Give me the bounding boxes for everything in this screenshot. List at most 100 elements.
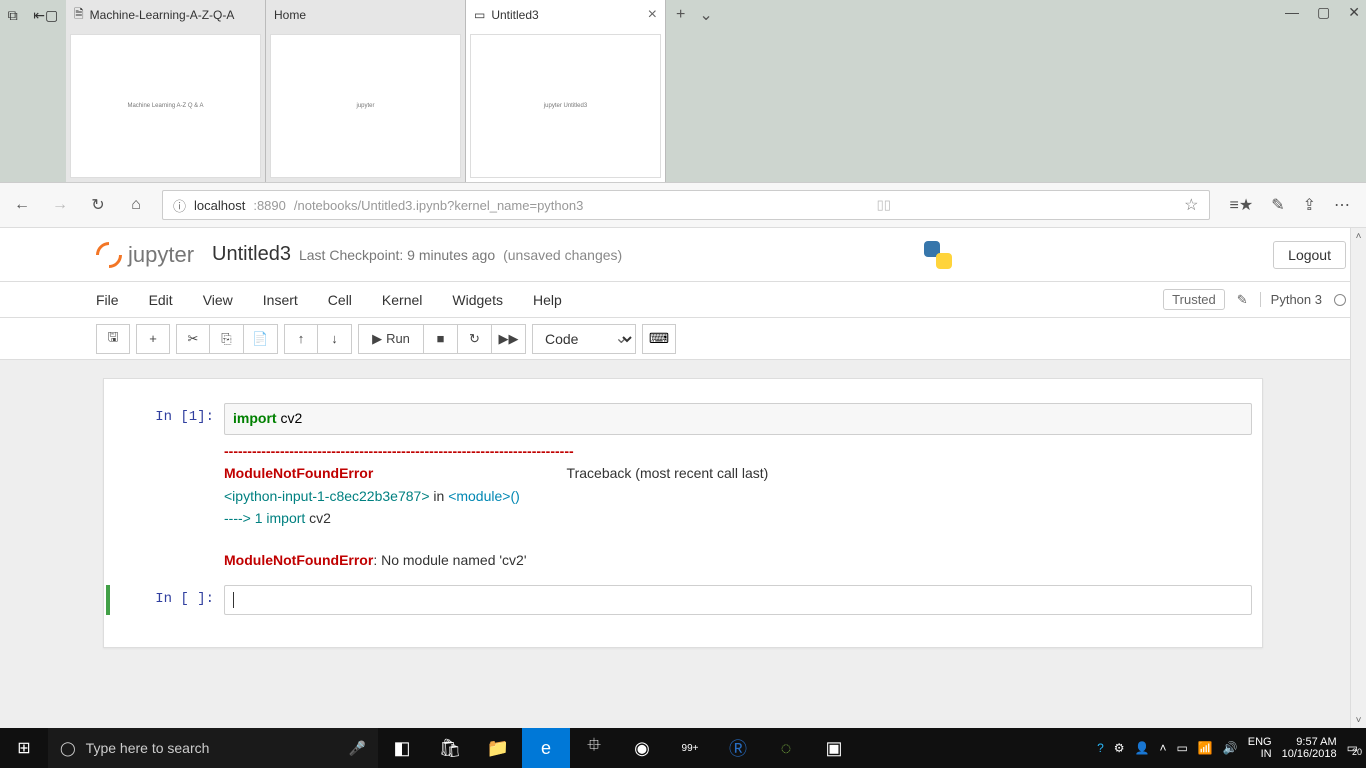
menu-file[interactable]: File — [96, 292, 119, 308]
window-minimize-icon[interactable]: — — [1285, 4, 1299, 21]
edit-icon[interactable]: ✎ — [1237, 292, 1248, 308]
jupyter-menubar: File Edit View Insert Cell Kernel Widget… — [0, 282, 1366, 318]
kernel-indicator-icon — [1334, 294, 1346, 306]
window-close-icon[interactable]: ✕ — [1348, 4, 1360, 21]
notifications-icon[interactable]: ▭20 — [1347, 741, 1358, 755]
tab-title: Untitled3 — [491, 8, 538, 22]
menu-cell[interactable]: Cell — [328, 292, 352, 308]
new-tab-icon[interactable]: + — [676, 6, 685, 24]
menu-view[interactable]: View — [203, 292, 233, 308]
menu-kernel[interactable]: Kernel — [382, 292, 422, 308]
restart-button[interactable]: ↻ — [458, 324, 492, 354]
code-input[interactable] — [224, 585, 1252, 616]
chevron-up-icon[interactable]: ˄ — [1159, 741, 1166, 755]
refresh-icon[interactable]: ↻ — [86, 195, 110, 215]
chrome-icon[interactable]: ◉ — [618, 728, 666, 768]
chevron-down-icon[interactable]: ⌄ — [699, 5, 712, 25]
jupyter-header: jupyter Untitled3 Last Checkpoint: 9 min… — [0, 228, 1366, 282]
notebook-title[interactable]: Untitled3 — [212, 243, 291, 266]
edge-icon[interactable]: e — [522, 728, 570, 768]
browser-tab-1[interactable]: 🗎Machine-Learning-A-Z-Q-A Machine Learni… — [66, 0, 266, 182]
menu-insert[interactable]: Insert — [263, 292, 298, 308]
restart-run-all-button[interactable]: ▶▶ — [492, 324, 526, 354]
jupyter-logo[interactable]: jupyter — [96, 242, 194, 268]
copy-button[interactable]: ⎘ — [210, 324, 244, 354]
jupyter-brand: jupyter — [128, 242, 194, 268]
code-cell-1[interactable]: In [1]: import cv2 ---------------------… — [114, 403, 1252, 581]
notes-icon[interactable]: ✎ — [1271, 195, 1284, 215]
text-cursor — [233, 592, 234, 608]
tray-clock[interactable]: 9:57 AM10/16/2018 — [1282, 736, 1337, 760]
vertical-scrollbar[interactable]: ˄ ˅ — [1350, 228, 1366, 728]
kernel-name[interactable]: Python 3 — [1260, 292, 1322, 307]
browser-tab-3[interactable]: ▭ Untitled3 × jupyter Untitled3 — [466, 0, 666, 182]
file-explorer-icon[interactable]: 📁 — [474, 728, 522, 768]
dropbox-icon[interactable]: ⯐ — [570, 728, 618, 768]
favorite-icon[interactable]: ☆ — [1184, 195, 1198, 215]
browser-tab-2[interactable]: Home jupyter — [266, 0, 466, 182]
code-input[interactable]: import cv2 — [224, 403, 1252, 435]
tabstrip-left-controls: ⧉ ⇤▢ — [0, 0, 66, 30]
terminal-icon[interactable]: ▣ — [810, 728, 858, 768]
tray-app-icon[interactable]: ⚙ — [1114, 741, 1125, 755]
loading-icon[interactable]: ◌ — [762, 728, 810, 768]
window-maximize-icon[interactable]: ▢ — [1317, 4, 1330, 21]
system-tray: ? ⚙ 👤 ˄ ▭ 📶 🔊 ENGIN 9:57 AM10/16/2018 ▭2… — [1089, 736, 1366, 760]
reading-list-icon[interactable]: ≡★ — [1230, 195, 1254, 215]
move-up-button[interactable]: ↑ — [284, 324, 318, 354]
set-aside-icon[interactable]: ⇤▢ — [33, 7, 58, 24]
scroll-down-icon[interactable]: ˅ — [1351, 712, 1366, 728]
cut-button[interactable]: ✂ — [176, 324, 210, 354]
back-icon[interactable]: ← — [10, 196, 34, 214]
url-input[interactable]: ⓘ localhost:8890/notebooks/Untitled3.ipy… — [162, 190, 1210, 220]
tab-thumbnail: Machine Learning A-Z Q & A — [70, 34, 261, 178]
wifi-icon[interactable]: 📶 — [1198, 741, 1213, 755]
start-button[interactable]: ⊞ — [0, 728, 48, 768]
code-cell-2[interactable]: In [ ]: — [106, 585, 1252, 616]
save-button[interactable]: 🖫 — [96, 324, 130, 354]
cortana-icon: ◯ — [60, 740, 76, 757]
taskbar-search[interactable]: ◯ Type here to search 🎤 — [48, 728, 378, 768]
notebook-area: In [1]: import cv2 ---------------------… — [0, 360, 1366, 728]
r-icon[interactable]: Ⓡ — [714, 728, 762, 768]
tab-thumbnail: jupyter Untitled3 — [470, 34, 661, 178]
windows-taskbar: ⊞ ◯ Type here to search 🎤 ◧ 🛍 📁 e ⯐ ◉ 99… — [0, 728, 1366, 768]
volume-icon[interactable]: 🔊 — [1223, 741, 1238, 755]
scroll-up-icon[interactable]: ˄ — [1351, 228, 1366, 244]
store-icon[interactable]: 🛍 — [426, 728, 474, 768]
python-logo-icon — [922, 239, 954, 271]
stop-button[interactable]: ■ — [424, 324, 458, 354]
paste-button[interactable]: 📄 — [244, 324, 278, 354]
jupyter-tab-icon: ▭ — [474, 8, 485, 22]
tabs-icon[interactable]: ⧉ — [8, 7, 18, 24]
cell-type-select[interactable]: Code — [532, 324, 636, 354]
run-icon: ▶ — [372, 331, 382, 347]
people-icon[interactable]: 👤 — [1135, 741, 1150, 755]
forward-icon[interactable]: → — [48, 196, 72, 214]
close-tab-icon[interactable]: × — [648, 6, 657, 24]
info-icon[interactable]: ⓘ — [173, 196, 186, 215]
trusted-badge[interactable]: Trusted — [1163, 289, 1225, 310]
cell-prompt: In [1]: — [114, 403, 224, 581]
menu-widgets[interactable]: Widgets — [452, 292, 503, 308]
run-button[interactable]: ▶Run — [358, 324, 424, 354]
logout-button[interactable]: Logout — [1273, 241, 1346, 269]
more-icon[interactable]: ⋯ — [1334, 195, 1350, 215]
mail-icon[interactable]: 99+ — [666, 728, 714, 768]
command-palette-button[interactable]: ⌨ — [642, 324, 676, 354]
move-down-button[interactable]: ↓ — [318, 324, 352, 354]
menu-help[interactable]: Help — [533, 292, 562, 308]
reading-view-icon[interactable]: ▯▯ — [877, 197, 891, 213]
checkpoint-label: Last Checkpoint: 9 minutes ago — [299, 247, 495, 263]
jupyter-logo-icon — [91, 236, 128, 273]
task-view-icon[interactable]: ◧ — [378, 728, 426, 768]
menu-edit[interactable]: Edit — [149, 292, 173, 308]
home-icon[interactable]: ⌂ — [124, 196, 148, 214]
battery-icon[interactable]: ▭ — [1177, 741, 1188, 755]
share-icon[interactable]: ⇪ — [1303, 195, 1316, 215]
help-icon[interactable]: ? — [1097, 741, 1104, 755]
add-cell-button[interactable]: + — [136, 324, 170, 354]
tray-lang[interactable]: ENGIN — [1248, 736, 1272, 760]
url-host: localhost — [194, 198, 245, 213]
mic-icon[interactable]: 🎤 — [349, 740, 366, 757]
